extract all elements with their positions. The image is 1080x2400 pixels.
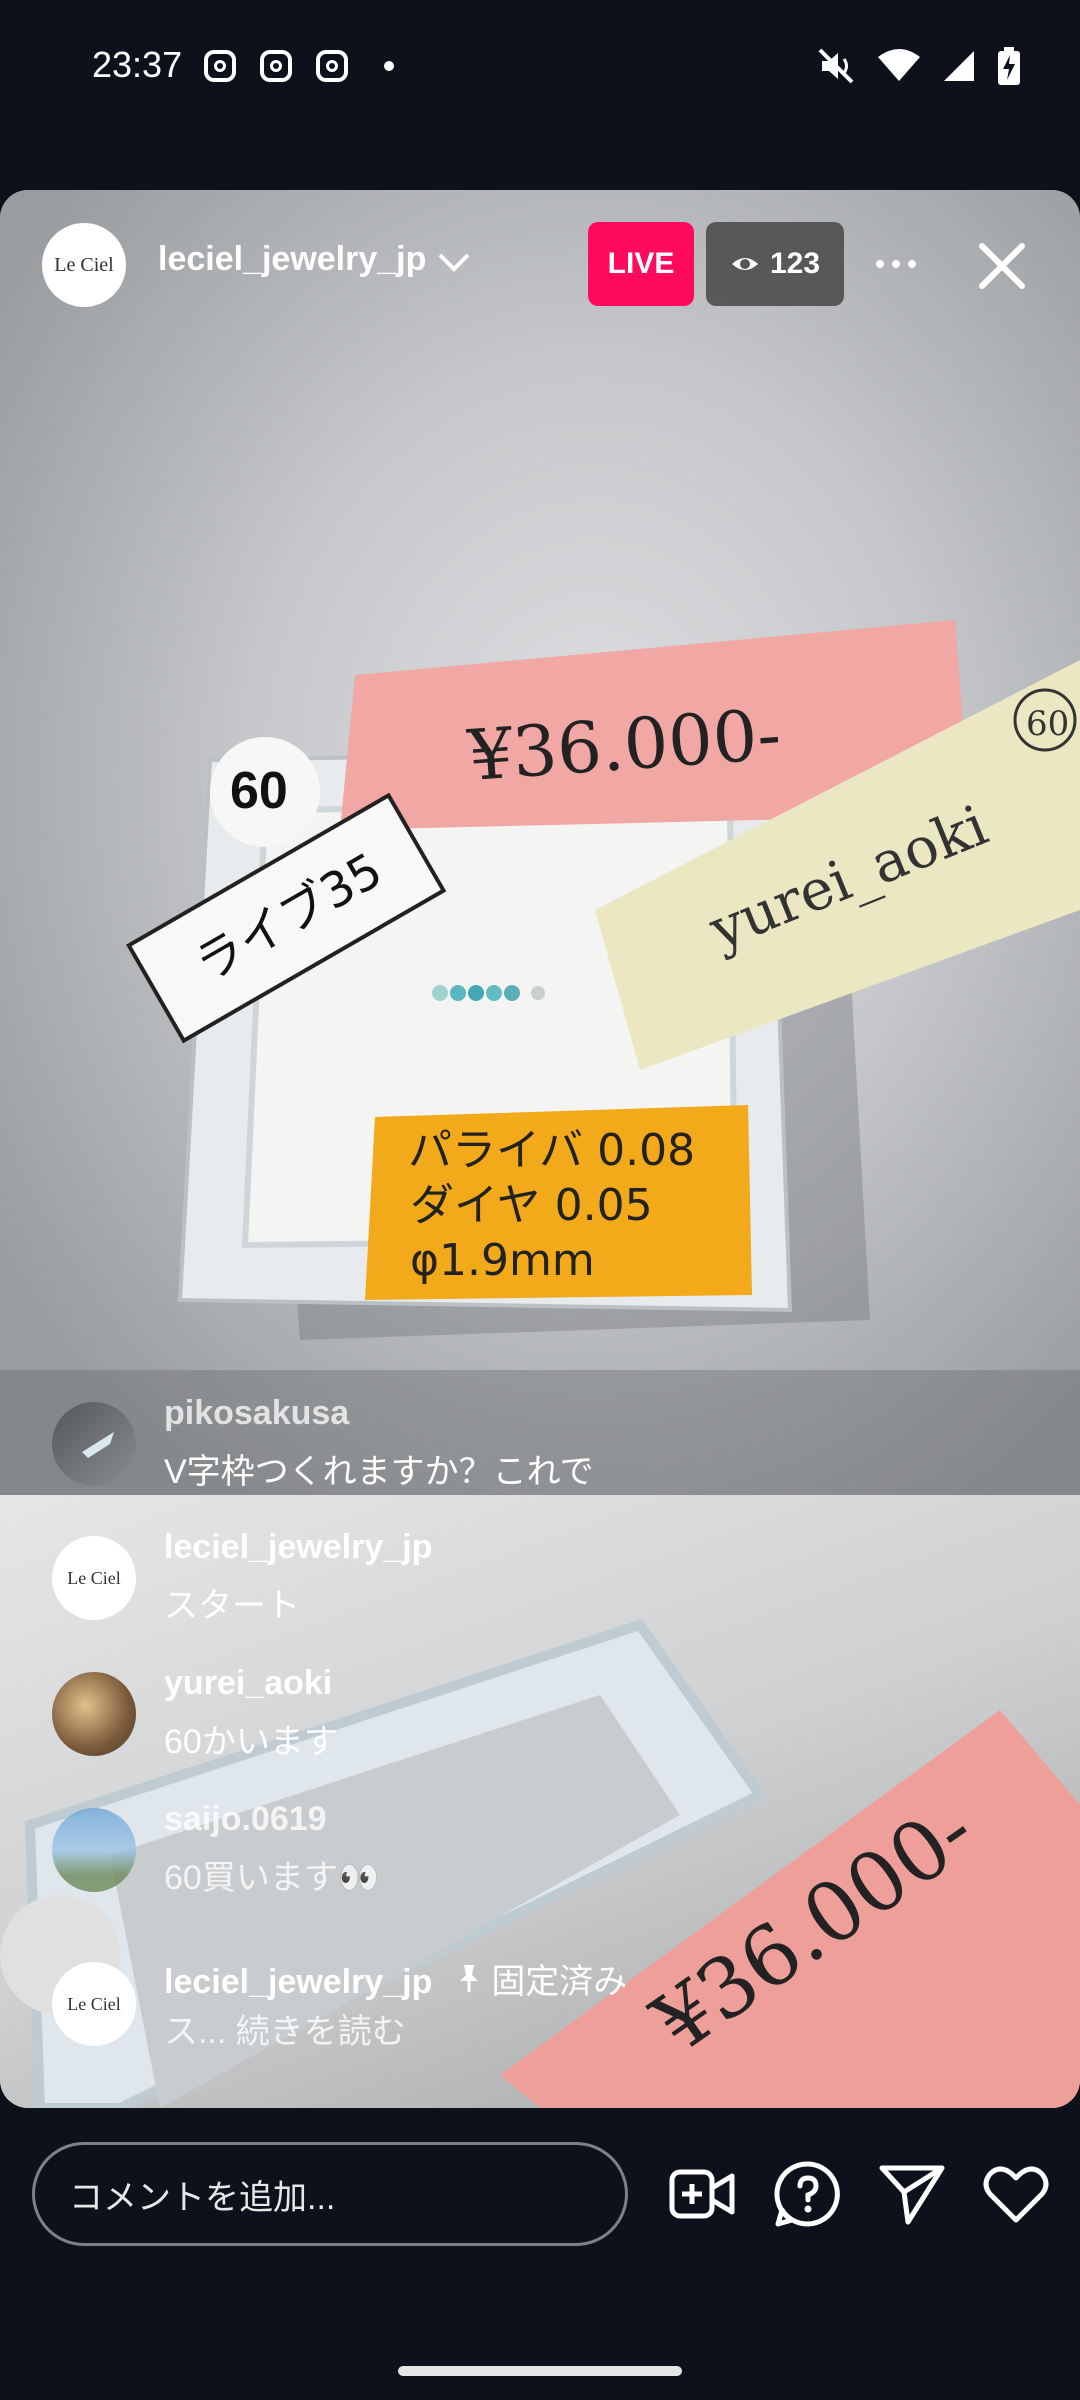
comment-username[interactable]: saijo.0619	[164, 1800, 327, 1839]
status-bar: 23:37	[0, 0, 1080, 135]
comment-text: V字枠つくれますか？これで	[164, 1453, 594, 1491]
comment-username[interactable]: leciel_jewelry_jp	[164, 1528, 432, 1567]
comment-username[interactable]: pikosakusa	[164, 1394, 349, 1433]
comment-username[interactable]: leciel_jewelry_jp	[164, 1963, 432, 2001]
mute-icon	[818, 48, 854, 84]
avatar-logo-text: Le Ciel	[67, 1567, 121, 1588]
comment-text: 60買います👀	[164, 1859, 381, 1897]
account-avatar[interactable]: Le Ciel	[42, 223, 126, 307]
instagram-notification-icon	[260, 50, 292, 82]
pinned-comment-item[interactable]: Le Ciel leciel_jewelry_jp 固定済み ス... 続きを読…	[52, 1962, 1052, 2082]
comment-text-truncated[interactable]: ス... 続きを読む	[164, 2004, 406, 2053]
comment-text: スタート	[164, 1587, 300, 1625]
comment-username[interactable]: yurei_aoki	[164, 1664, 332, 1703]
comment-text: 60かいます	[164, 1723, 338, 1761]
jewelry-scene: 60 ¥36.000- ライブ35 yurei_aoki 60 パライバ 0.0…	[0, 620, 1080, 1495]
close-icon[interactable]	[972, 236, 1032, 296]
question-icon[interactable]	[772, 2158, 844, 2230]
chevron-down-icon[interactable]	[436, 244, 472, 280]
more-dot	[908, 260, 916, 268]
eye-icon	[731, 258, 758, 270]
comment-item[interactable]: yurei_aoki 60かいます	[52, 1664, 1052, 1792]
commenter-avatar[interactable]	[52, 1808, 136, 1892]
system-icons	[816, 46, 1020, 86]
signal-icon	[944, 51, 974, 81]
more-notifications-dot-icon	[384, 61, 394, 71]
buyer-circle-text: 60	[1026, 704, 1069, 744]
commenter-avatar[interactable]: Le Ciel	[52, 1962, 136, 2046]
more-options-button[interactable]	[866, 240, 926, 288]
wifi-icon	[878, 49, 920, 81]
orange-note-line3: φ1.9mm	[410, 1235, 595, 1286]
pinned-indicator: 固定済み	[456, 1963, 627, 2001]
live-badge: LIVE	[588, 222, 694, 306]
comment-item[interactable]: pikosakusa V字枠つくれますか？これで	[52, 1394, 1052, 1522]
commenter-avatar[interactable]	[52, 1402, 136, 1486]
more-dot	[892, 260, 900, 268]
status-time: 23:37	[92, 44, 183, 85]
comment-item[interactable]: Le Ciel leciel_jewelry_jp スタート	[52, 1528, 1052, 1656]
commenter-avatar[interactable]: Le Ciel	[52, 1536, 136, 1620]
orange-note-line2: ダイヤ 0.05	[410, 1180, 653, 1231]
battery-charging-icon	[998, 47, 1020, 85]
video-frame-upper: 60 ¥36.000- ライブ35 yurei_aoki 60 パライバ 0.0…	[0, 190, 1080, 1495]
account-name[interactable]: leciel_jewelry_jp	[158, 240, 426, 279]
notification-icons	[204, 50, 394, 82]
more-dot	[876, 260, 884, 268]
comment-item[interactable]: saijo.0619 60買います👀	[52, 1800, 1052, 1928]
add-video-guest-icon[interactable]	[666, 2158, 738, 2230]
instagram-notification-icon	[316, 50, 348, 82]
instagram-notification-icon	[204, 50, 236, 82]
orange-note-line1: パライバ 0.08	[408, 1125, 695, 1176]
comment-input[interactable]: コメントを追加...	[32, 2142, 628, 2246]
avatar-logo-text: Le Ciel	[67, 1993, 121, 2014]
heart-icon[interactable]	[980, 2158, 1052, 2230]
pinned-label: 固定済み	[491, 1963, 628, 2001]
pin-icon	[459, 1965, 478, 1992]
viewer-count: 123	[769, 247, 821, 280]
commenter-avatar[interactable]	[52, 1672, 136, 1756]
send-icon[interactable]	[876, 2158, 948, 2230]
home-indicator[interactable]	[398, 2366, 682, 2376]
number-tag: 60	[230, 762, 288, 820]
comment-username-row: leciel_jewelry_jp 固定済み	[164, 1954, 627, 2003]
viewer-count-badge[interactable]: 123	[706, 222, 844, 306]
